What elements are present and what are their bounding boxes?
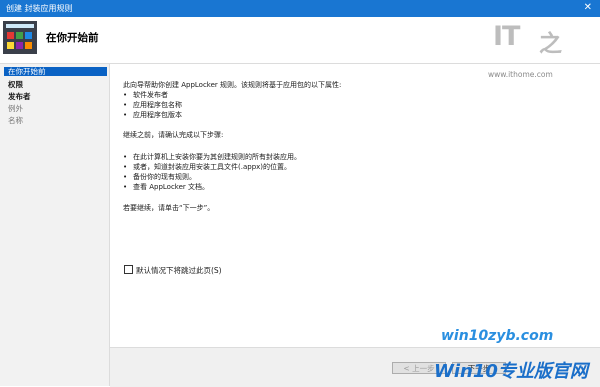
window-titlebar: 创建 封装应用规则 ✕ bbox=[0, 0, 600, 17]
list-item: • 备份你的现有规则。 bbox=[123, 173, 196, 181]
watermark-logo: Win10专业版官网 bbox=[434, 361, 588, 382]
page-title: 在你开始前 bbox=[46, 32, 99, 44]
watermark-site: win10zyb.com bbox=[441, 328, 554, 344]
sidebar-item-before-you-begin[interactable]: 在你开始前 bbox=[4, 67, 107, 76]
list-item: • 软件发布者 bbox=[123, 91, 168, 99]
close-button[interactable]: ✕ bbox=[584, 2, 592, 13]
skip-page-checkbox-label[interactable]: 默认情况下将跳过此页(S) bbox=[136, 265, 222, 276]
list-item: • 应用程序包版本 bbox=[123, 111, 182, 119]
intro-text: 此向导帮助你创建 AppLocker 规则。该规则将基于应用包的以下属性: bbox=[123, 81, 342, 89]
wizard-steps-sidebar: 在你开始前 权限 发布者 例外 名称 bbox=[0, 64, 110, 386]
applocker-icon bbox=[3, 21, 37, 54]
steps-intro-text: 继续之前，请确认完成以下步骤: bbox=[123, 131, 224, 139]
sidebar-item-exceptions[interactable]: 例外 bbox=[4, 104, 107, 113]
continue-text: 若要继续，请单击“下一步”。 bbox=[123, 204, 215, 212]
sidebar-item-permissions[interactable]: 权限 bbox=[4, 80, 107, 89]
list-item: • 查看 AppLocker 文档。 bbox=[123, 183, 210, 191]
sidebar-item-publisher[interactable]: 发布者 bbox=[4, 92, 107, 101]
list-item: • 应用程序包名称 bbox=[123, 101, 182, 109]
list-item: • 或者，知道封装应用安装工具文件(.appx)的位置。 bbox=[123, 163, 292, 171]
sidebar-item-name[interactable]: 名称 bbox=[4, 116, 107, 125]
wizard-content: 此向导帮助你创建 AppLocker 规则。该规则将基于应用包的以下属性: • 软… bbox=[110, 64, 600, 347]
ithome-logo: IT 之 bbox=[493, 21, 562, 57]
skip-page-checkbox[interactable] bbox=[124, 265, 133, 274]
list-item: • 在此计算机上安装你要为其创建规则的所有封装应用。 bbox=[123, 153, 301, 161]
wizard-header: 在你开始前 IT 之 www.ithome.com bbox=[0, 17, 600, 79]
window-title: 创建 封装应用规则 bbox=[6, 4, 73, 13]
